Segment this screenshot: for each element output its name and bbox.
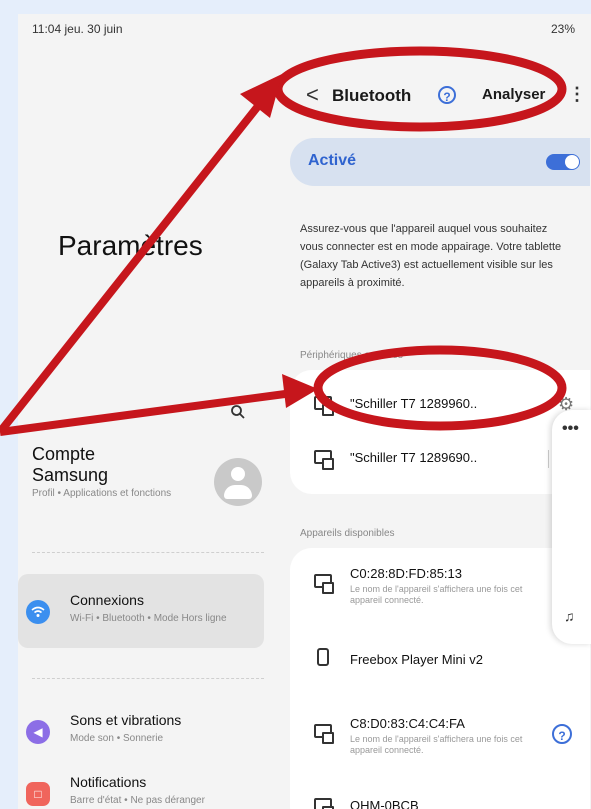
device-name: Freebox Player Mini v2 — [350, 652, 483, 667]
paired-device[interactable]: "Schiller T7 1289690.. — [290, 432, 590, 486]
paired-device[interactable]: "Schiller T7 1289960.. ⚙ — [290, 378, 590, 432]
device-name: "Schiller T7 1289960.. — [350, 396, 478, 411]
device-name: QHM-0BCB — [350, 798, 419, 809]
avatar — [214, 458, 262, 506]
paired-header: Périphériques appairés — [300, 350, 403, 361]
available-device[interactable]: Freebox Player Mini v2 — [290, 634, 590, 688]
tablet-icon — [314, 798, 334, 809]
music-icon[interactable]: ♫ — [564, 608, 575, 624]
available-device[interactable]: C8:D0:83:C4:C4:FA Le nom de l'appareil s… — [290, 706, 590, 760]
status-battery: 23% — [550, 22, 575, 36]
more-options-icon[interactable]: ⋮ — [568, 84, 586, 105]
tablet-icon — [314, 574, 334, 594]
device-note: Le nom de l'appareil s'affichera une foi… — [350, 584, 523, 605]
background-frame: 11:04 jeu. 30 juin 23% Paramètres Compte… — [0, 0, 591, 809]
status-bar: 11:04 jeu. 30 juin 23% — [18, 14, 591, 44]
tablet-icon — [314, 450, 334, 470]
toggle-label: Activé — [308, 152, 357, 169]
bluetooth-title: Bluetooth — [332, 86, 412, 105]
scan-button[interactable]: Analyser — [482, 86, 545, 103]
status-time-date: 11:04 jeu. 30 juin — [32, 22, 123, 36]
tablet-screen: 11:04 jeu. 30 juin 23% Paramètres Compte… — [18, 14, 591, 809]
available-device[interactable]: QHM-0BCB — [290, 780, 590, 809]
available-list: C0:28:8D:FD:85:13 Le nom de l'appareil s… — [290, 548, 590, 809]
notification-icon: □ — [26, 782, 50, 806]
menu-item-title: Sons et vibrations — [70, 712, 182, 728]
bluetooth-panel: < Bluetooth ? Analyser ⋮ Activé Assurez-… — [280, 44, 591, 809]
menu-item-sub: Mode son • Sonnerie — [70, 733, 164, 744]
device-name: C8:D0:83:C4:C4:FA — [350, 716, 465, 731]
divider — [32, 678, 264, 679]
available-device[interactable]: C0:28:8D:FD:85:13 Le nom de l'appareil s… — [290, 556, 590, 610]
device-note: Le nom de l'appareil s'affichera une foi… — [350, 734, 523, 755]
search-icon[interactable] — [230, 404, 250, 424]
back-icon[interactable]: < — [306, 82, 319, 108]
device-name: C0:28:8D:FD:85:13 — [350, 566, 463, 581]
phone-icon — [317, 648, 329, 666]
menu-item-sub: Barre d'état • Ne pas déranger — [70, 795, 205, 806]
tablet-icon — [314, 724, 334, 744]
paired-list: "Schiller T7 1289960.. ⚙ "Schiller T7 12… — [290, 370, 590, 494]
description: Assurez-vous que l'appareil auquel vous … — [300, 223, 562, 289]
page-title: Paramètres — [58, 230, 203, 261]
menu-item-connexions[interactable]: Connexions Wi-Fi • Bluetooth • Mode Hors… — [18, 574, 264, 648]
more-icon[interactable]: ••• — [562, 420, 579, 438]
samsung-account[interactable]: Compte Samsung Profil • Applications et … — [32, 444, 272, 530]
account-sub: Profil • Applications et fonctions — [32, 488, 172, 499]
tablet-icon — [314, 396, 334, 416]
separator — [548, 450, 549, 468]
menu-item-sub: Wi-Fi • Bluetooth • Mode Hors ligne — [70, 613, 227, 624]
account-name: Compte Samsung — [32, 444, 109, 485]
menu-item-notifications[interactable]: □ Notifications Barre d'état • Ne pas dé… — [18, 756, 264, 809]
wifi-icon — [26, 600, 50, 624]
bluetooth-header: < Bluetooth ? Analyser ⋮ — [280, 76, 586, 116]
volume-icon: ◀ — [26, 720, 50, 744]
bluetooth-toggle-row[interactable]: Activé — [290, 138, 590, 186]
device-name: "Schiller T7 1289690.. — [350, 450, 478, 465]
settings-panel: Paramètres Compte Samsung Profil • Appli… — [18, 44, 280, 809]
help-icon[interactable]: ? — [552, 724, 572, 744]
help-icon[interactable]: ? — [438, 86, 456, 104]
available-header: Appareils disponibles — [300, 528, 395, 539]
menu-item-title: Notifications — [70, 774, 147, 790]
divider — [32, 552, 264, 553]
bluetooth-switch[interactable] — [546, 154, 580, 170]
edge-panel[interactable]: ••• ♫ — [552, 410, 591, 644]
menu-item-title: Connexions — [70, 592, 144, 608]
